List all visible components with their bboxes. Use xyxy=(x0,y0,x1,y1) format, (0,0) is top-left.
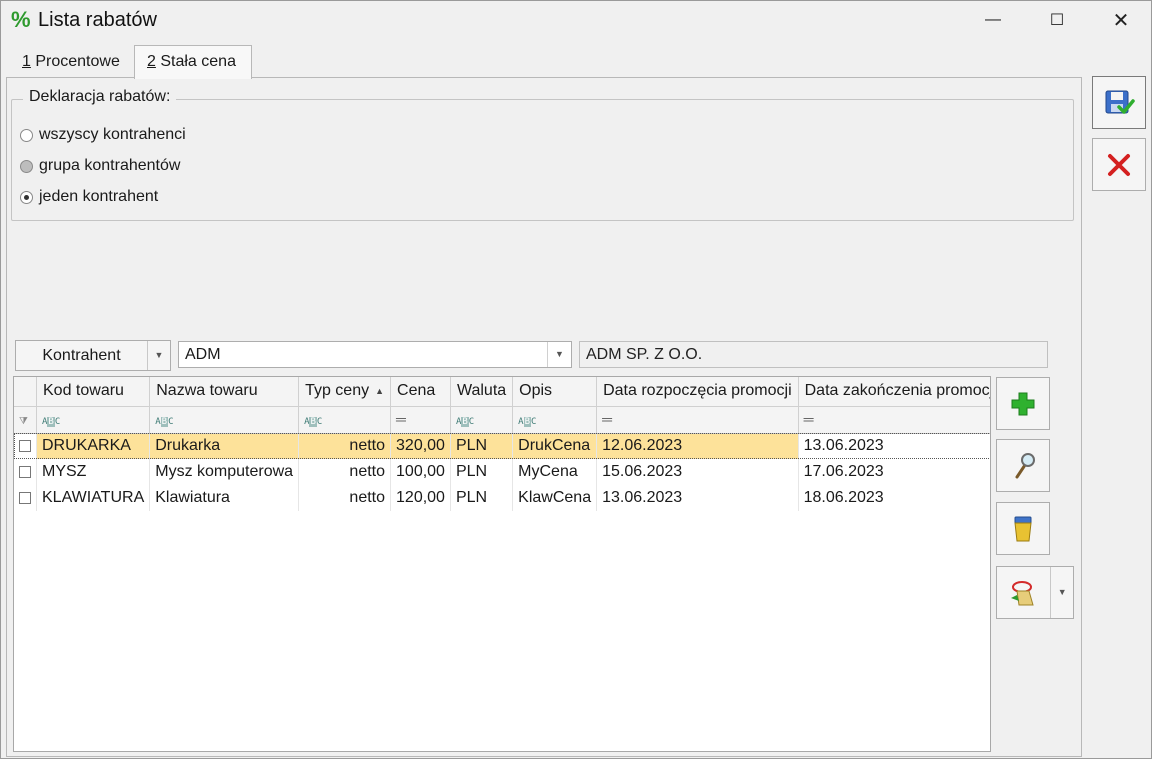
table-row[interactable]: KLAWIATURA Klawiatura netto 120,00 PLN K… xyxy=(14,485,990,511)
cancel-icon xyxy=(1108,153,1130,176)
chevron-down-icon[interactable]: ▼ xyxy=(547,342,571,367)
cell-price: 120,00 xyxy=(390,485,451,511)
contractor-button[interactable]: Kontrahent ▼ xyxy=(15,340,171,371)
tab-procentowe[interactable]: 1 Procentowe xyxy=(9,45,134,78)
cell-name: Mysz komputerowa xyxy=(149,459,300,485)
funnel-icon[interactable]: ⧩ xyxy=(14,406,37,434)
tab-stala-cena[interactable]: 2 Stała cena xyxy=(134,45,252,79)
column-header-price[interactable]: Cena xyxy=(390,377,451,407)
cell-currency: PLN xyxy=(450,485,514,511)
cell-price-type: netto xyxy=(298,433,392,459)
row-checkbox[interactable] xyxy=(14,433,37,459)
change-button[interactable]: ▼ xyxy=(996,566,1074,619)
cell-currency: PLN xyxy=(450,433,514,459)
cell-price: 320,00 xyxy=(390,433,451,459)
add-button[interactable] xyxy=(996,377,1050,430)
cell-code: KLAWIATURA xyxy=(36,485,151,511)
column-header-start-date[interactable]: Data rozpoczęcia promocji xyxy=(596,377,799,407)
cell-description: MyCena xyxy=(512,459,598,485)
cell-price: 100,00 xyxy=(390,459,451,485)
radio-single-contractor[interactable]: jeden kontrahent xyxy=(20,188,158,206)
row-checkbox[interactable] xyxy=(14,485,37,511)
contractor-name-field: ADM SP. Z O.O. xyxy=(579,341,1048,368)
text-filter-icon[interactable]: ABC xyxy=(149,406,300,434)
equals-filter-icon[interactable]: ═ xyxy=(798,406,990,434)
radio-button[interactable] xyxy=(20,128,33,142)
save-icon xyxy=(1105,90,1135,114)
column-header-description[interactable]: Opis xyxy=(512,377,598,407)
column-header-name[interactable]: Nazwa towaru xyxy=(149,377,300,407)
edit-magnifier-icon xyxy=(1015,452,1035,478)
text-filter-icon[interactable]: ABC xyxy=(298,406,392,434)
filter-row: ⧩ ABC ABC ABC ═ ABC ABC ═ ═ xyxy=(14,406,990,434)
cancel-button[interactable] xyxy=(1092,138,1146,191)
delete-bin-icon xyxy=(1014,516,1032,541)
column-header-currency[interactable]: Waluta xyxy=(450,377,514,407)
discount-grid[interactable]: Kod towaru Nazwa towaru Typ ceny ▲ Cena W… xyxy=(13,376,991,752)
column-header-end-date[interactable]: Data zakończenia promocji xyxy=(798,377,990,407)
table-row[interactable]: MYSZ Mysz komputerowa netto 100,00 PLN M… xyxy=(14,459,990,485)
cell-end-date: 18.06.2023 xyxy=(798,485,990,511)
minimize-button[interactable]: — xyxy=(970,1,1016,39)
contractor-button-label: Kontrahent xyxy=(16,341,148,370)
window: % Lista rabatów — ☐ ✕ 1 Procentowe 2 Sta… xyxy=(0,0,1152,759)
contractor-code-combo[interactable]: ADM ▼ xyxy=(178,341,572,368)
cell-description: DrukCena xyxy=(512,433,598,459)
grid-header-row: Kod towaru Nazwa towaru Typ ceny ▲ Cena W… xyxy=(14,377,990,407)
cell-description: KlawCena xyxy=(512,485,598,511)
cell-code: DRUKARKA xyxy=(36,433,151,459)
delete-button[interactable] xyxy=(996,502,1050,555)
cell-price-type: netto xyxy=(298,459,392,485)
close-button[interactable]: ✕ xyxy=(1098,1,1144,39)
cell-end-date: 17.06.2023 xyxy=(798,459,990,485)
change-button-main[interactable] xyxy=(997,567,1052,618)
cell-start-date: 12.06.2023 xyxy=(596,433,799,459)
column-header-price-type[interactable]: Typ ceny ▲ xyxy=(298,377,392,407)
column-header-code[interactable]: Kod towaru xyxy=(36,377,151,407)
cell-name: Drukarka xyxy=(149,433,300,459)
column-header-checkbox[interactable] xyxy=(14,377,37,407)
edit-button[interactable] xyxy=(996,439,1050,492)
equals-filter-icon[interactable]: ═ xyxy=(596,406,799,434)
chevron-down-icon[interactable]: ▼ xyxy=(1051,567,1073,618)
radio-all-contractors[interactable]: wszyscy kontrahenci xyxy=(20,126,186,144)
radio-label: wszyscy kontrahenci xyxy=(39,126,186,143)
table-row[interactable]: DRUKARKA Drukarka netto 320,00 PLN DrukC… xyxy=(14,433,990,459)
chevron-down-icon[interactable]: ▼ xyxy=(148,341,170,370)
radio-contractor-group[interactable]: grupa kontrahentów xyxy=(20,157,180,175)
change-settings-icon xyxy=(1010,580,1034,605)
sort-ascending-icon: ▲ xyxy=(375,386,385,397)
cell-start-date: 13.06.2023 xyxy=(596,485,799,511)
radio-label: grupa kontrahentów xyxy=(39,157,181,174)
contractor-code-value: ADM xyxy=(185,346,221,363)
radio-label: jeden kontrahent xyxy=(39,188,159,205)
radio-button[interactable] xyxy=(20,190,33,204)
title-bar: % Lista rabatów — ☐ ✕ xyxy=(1,1,1151,39)
contractor-name-value: ADM SP. Z O.O. xyxy=(586,346,703,363)
radio-button[interactable] xyxy=(20,159,33,173)
equals-filter-icon[interactable]: ═ xyxy=(390,406,451,434)
save-button[interactable] xyxy=(1092,76,1146,129)
cell-currency: PLN xyxy=(450,459,514,485)
maximize-button[interactable]: ☐ xyxy=(1034,1,1080,39)
declaration-legend: Deklaracja rabatów: xyxy=(23,88,177,106)
text-filter-icon[interactable]: ABC xyxy=(36,406,151,434)
cell-name: Klawiatura xyxy=(149,485,300,511)
text-filter-icon[interactable]: ABC xyxy=(450,406,514,434)
row-checkbox[interactable] xyxy=(14,459,37,485)
add-icon xyxy=(1011,392,1035,415)
cell-start-date: 15.06.2023 xyxy=(596,459,799,485)
cell-price-type: netto xyxy=(298,485,392,511)
percent-icon: % xyxy=(11,7,31,32)
text-filter-icon[interactable]: ABC xyxy=(512,406,598,434)
cell-code: MYSZ xyxy=(36,459,151,485)
window-title: Lista rabatów xyxy=(38,9,157,31)
cell-end-date: 13.06.2023 xyxy=(798,433,990,459)
